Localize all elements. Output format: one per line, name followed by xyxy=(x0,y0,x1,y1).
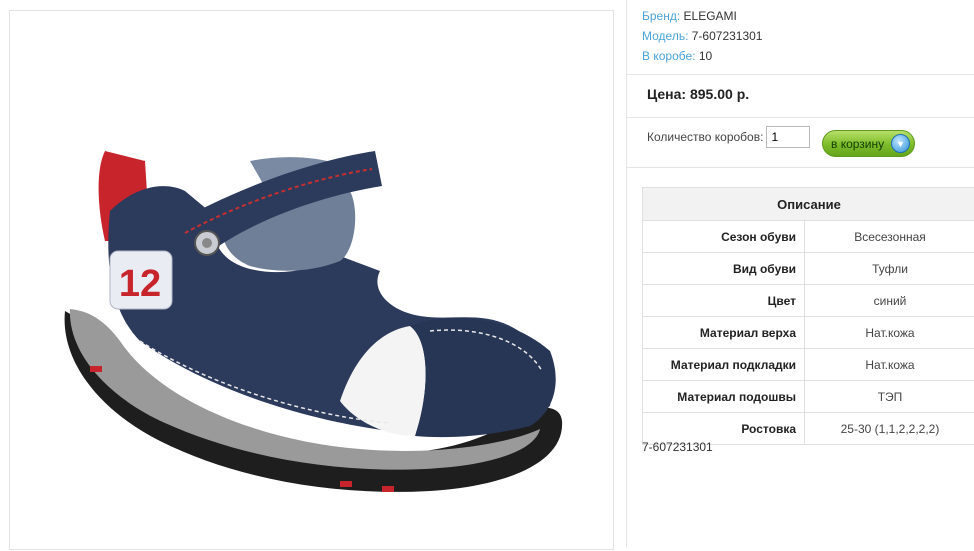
description-table: Описание Сезон обуви Всесезонная Вид обу… xyxy=(642,187,974,445)
attr-key: Сезон обуви xyxy=(643,221,805,253)
article-code: 7-607231301 xyxy=(642,440,713,454)
column-divider xyxy=(626,0,627,547)
quantity-row: Количество коробов: xyxy=(647,126,810,148)
attr-value: 25-30 (1,1,2,2,2,2) xyxy=(805,413,974,445)
attr-value: ТЭП xyxy=(805,381,974,413)
table-row: Сезон обуви Всесезонная xyxy=(643,221,974,253)
product-image[interactable]: 12 xyxy=(10,11,615,551)
price: Цена: 895.00 р. xyxy=(647,86,749,102)
table-row: Материал подкладки Нат.кожа xyxy=(643,349,974,381)
divider xyxy=(627,74,974,75)
quantity-label: Количество коробов: xyxy=(647,130,763,144)
brand-row: Бренд: ELEGAMI xyxy=(642,6,762,26)
model-row: Модель: 7-607231301 xyxy=(642,26,762,46)
attr-key: Цвет xyxy=(643,285,805,317)
attr-value: Туфли xyxy=(805,253,974,285)
attr-value: Нат.кожа xyxy=(805,349,974,381)
model-value: 7-607231301 xyxy=(692,29,763,43)
attr-key: Материал подкладки xyxy=(643,349,805,381)
product-image-frame[interactable]: 12 xyxy=(9,10,614,550)
table-row: Материал верха Нат.кожа xyxy=(643,317,974,349)
divider xyxy=(627,167,974,168)
divider xyxy=(627,117,974,118)
product-meta: Бренд: ELEGAMI Модель: 7-607231301 В кор… xyxy=(642,6,762,66)
brand-value: ELEGAMI xyxy=(684,9,737,23)
box-row: В коробе: 10 xyxy=(642,46,762,66)
basket-icon: ▼ xyxy=(891,134,910,153)
attr-value: Всесезонная xyxy=(805,221,974,253)
model-label: Модель: xyxy=(642,29,688,43)
brand-label: Бренд: xyxy=(642,9,680,23)
add-to-cart-label: в корзину xyxy=(831,137,884,151)
attr-key: Вид обуви xyxy=(643,253,805,285)
box-label: В коробе: xyxy=(642,49,696,63)
attr-key: Материал подошвы xyxy=(643,381,805,413)
table-row: Вид обуви Туфли xyxy=(643,253,974,285)
table-row: Цвет синий xyxy=(643,285,974,317)
add-to-cart-button[interactable]: в корзину ▼ xyxy=(822,130,915,157)
attr-value: синий xyxy=(805,285,974,317)
attr-key: Материал верха xyxy=(643,317,805,349)
box-value: 10 xyxy=(699,49,712,63)
table-row: Материал подошвы ТЭП xyxy=(643,381,974,413)
attr-value: Нат.кожа xyxy=(805,317,974,349)
description-title: Описание xyxy=(643,188,974,221)
quantity-input[interactable] xyxy=(766,126,810,148)
svg-text:12: 12 xyxy=(119,263,161,305)
